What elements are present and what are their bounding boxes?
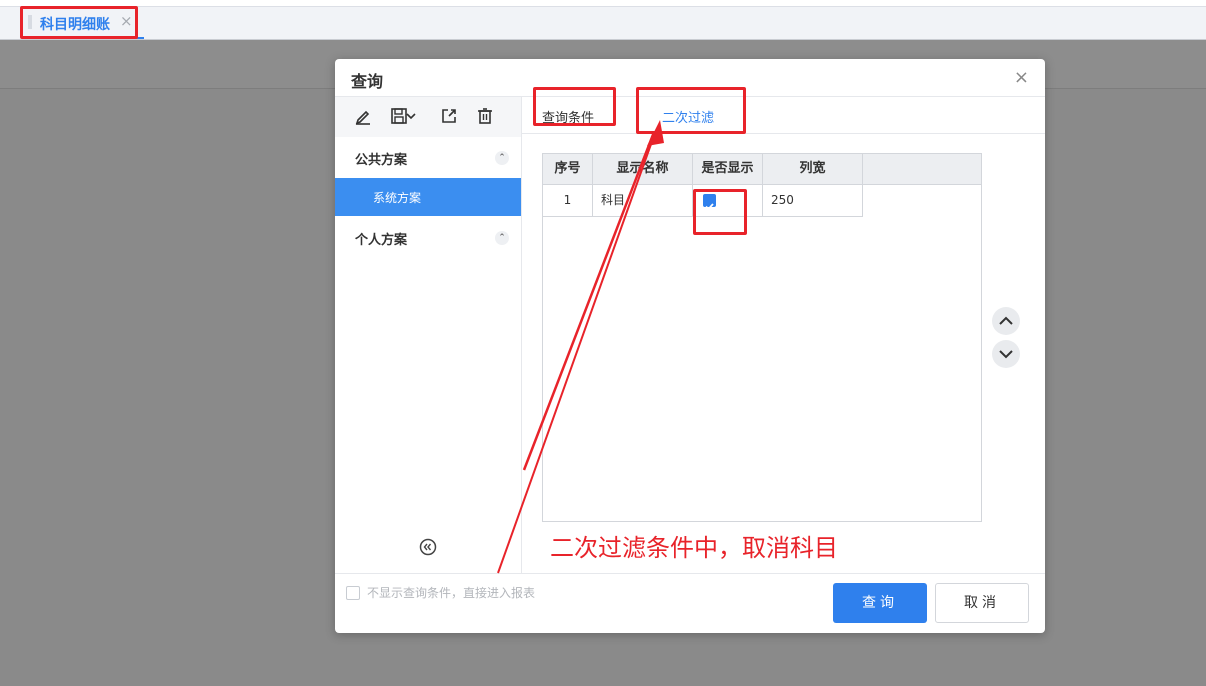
annotation-text: 二次过滤条件中，取消科目 [550, 534, 838, 562]
annotation-arrow [497, 120, 664, 574]
